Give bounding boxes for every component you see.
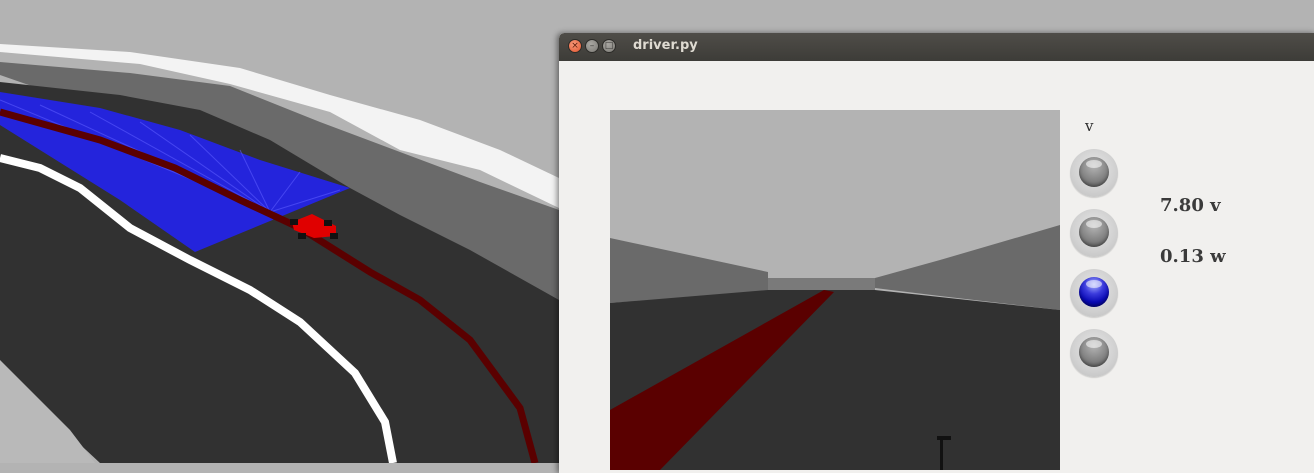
led-core-active (1079, 277, 1109, 307)
led-indicator-3 (1070, 269, 1118, 317)
minimize-icon[interactable]: – (585, 39, 599, 53)
window-titlebar[interactable]: × – □ driver.py (559, 33, 1314, 61)
maximize-icon[interactable]: □ (602, 39, 616, 53)
angular-velocity-readout: 0.13 w (1160, 246, 1226, 267)
led-core (1079, 217, 1109, 247)
camera-wall-horizon (768, 278, 875, 292)
linear-velocity-readout: 7.80 v (1160, 195, 1221, 216)
indicator-header: v (1085, 117, 1094, 135)
led-indicator-1 (1070, 149, 1118, 197)
driver-window: × – □ driver.py v 7.80 v 0.13 w (559, 33, 1314, 473)
camera-image (610, 110, 1060, 470)
close-icon[interactable]: × (568, 39, 582, 53)
window-title: driver.py (633, 38, 698, 53)
led-indicator-4 (1070, 329, 1118, 377)
led-indicator-2 (1070, 209, 1118, 257)
led-core (1079, 337, 1109, 367)
led-core (1079, 157, 1109, 187)
